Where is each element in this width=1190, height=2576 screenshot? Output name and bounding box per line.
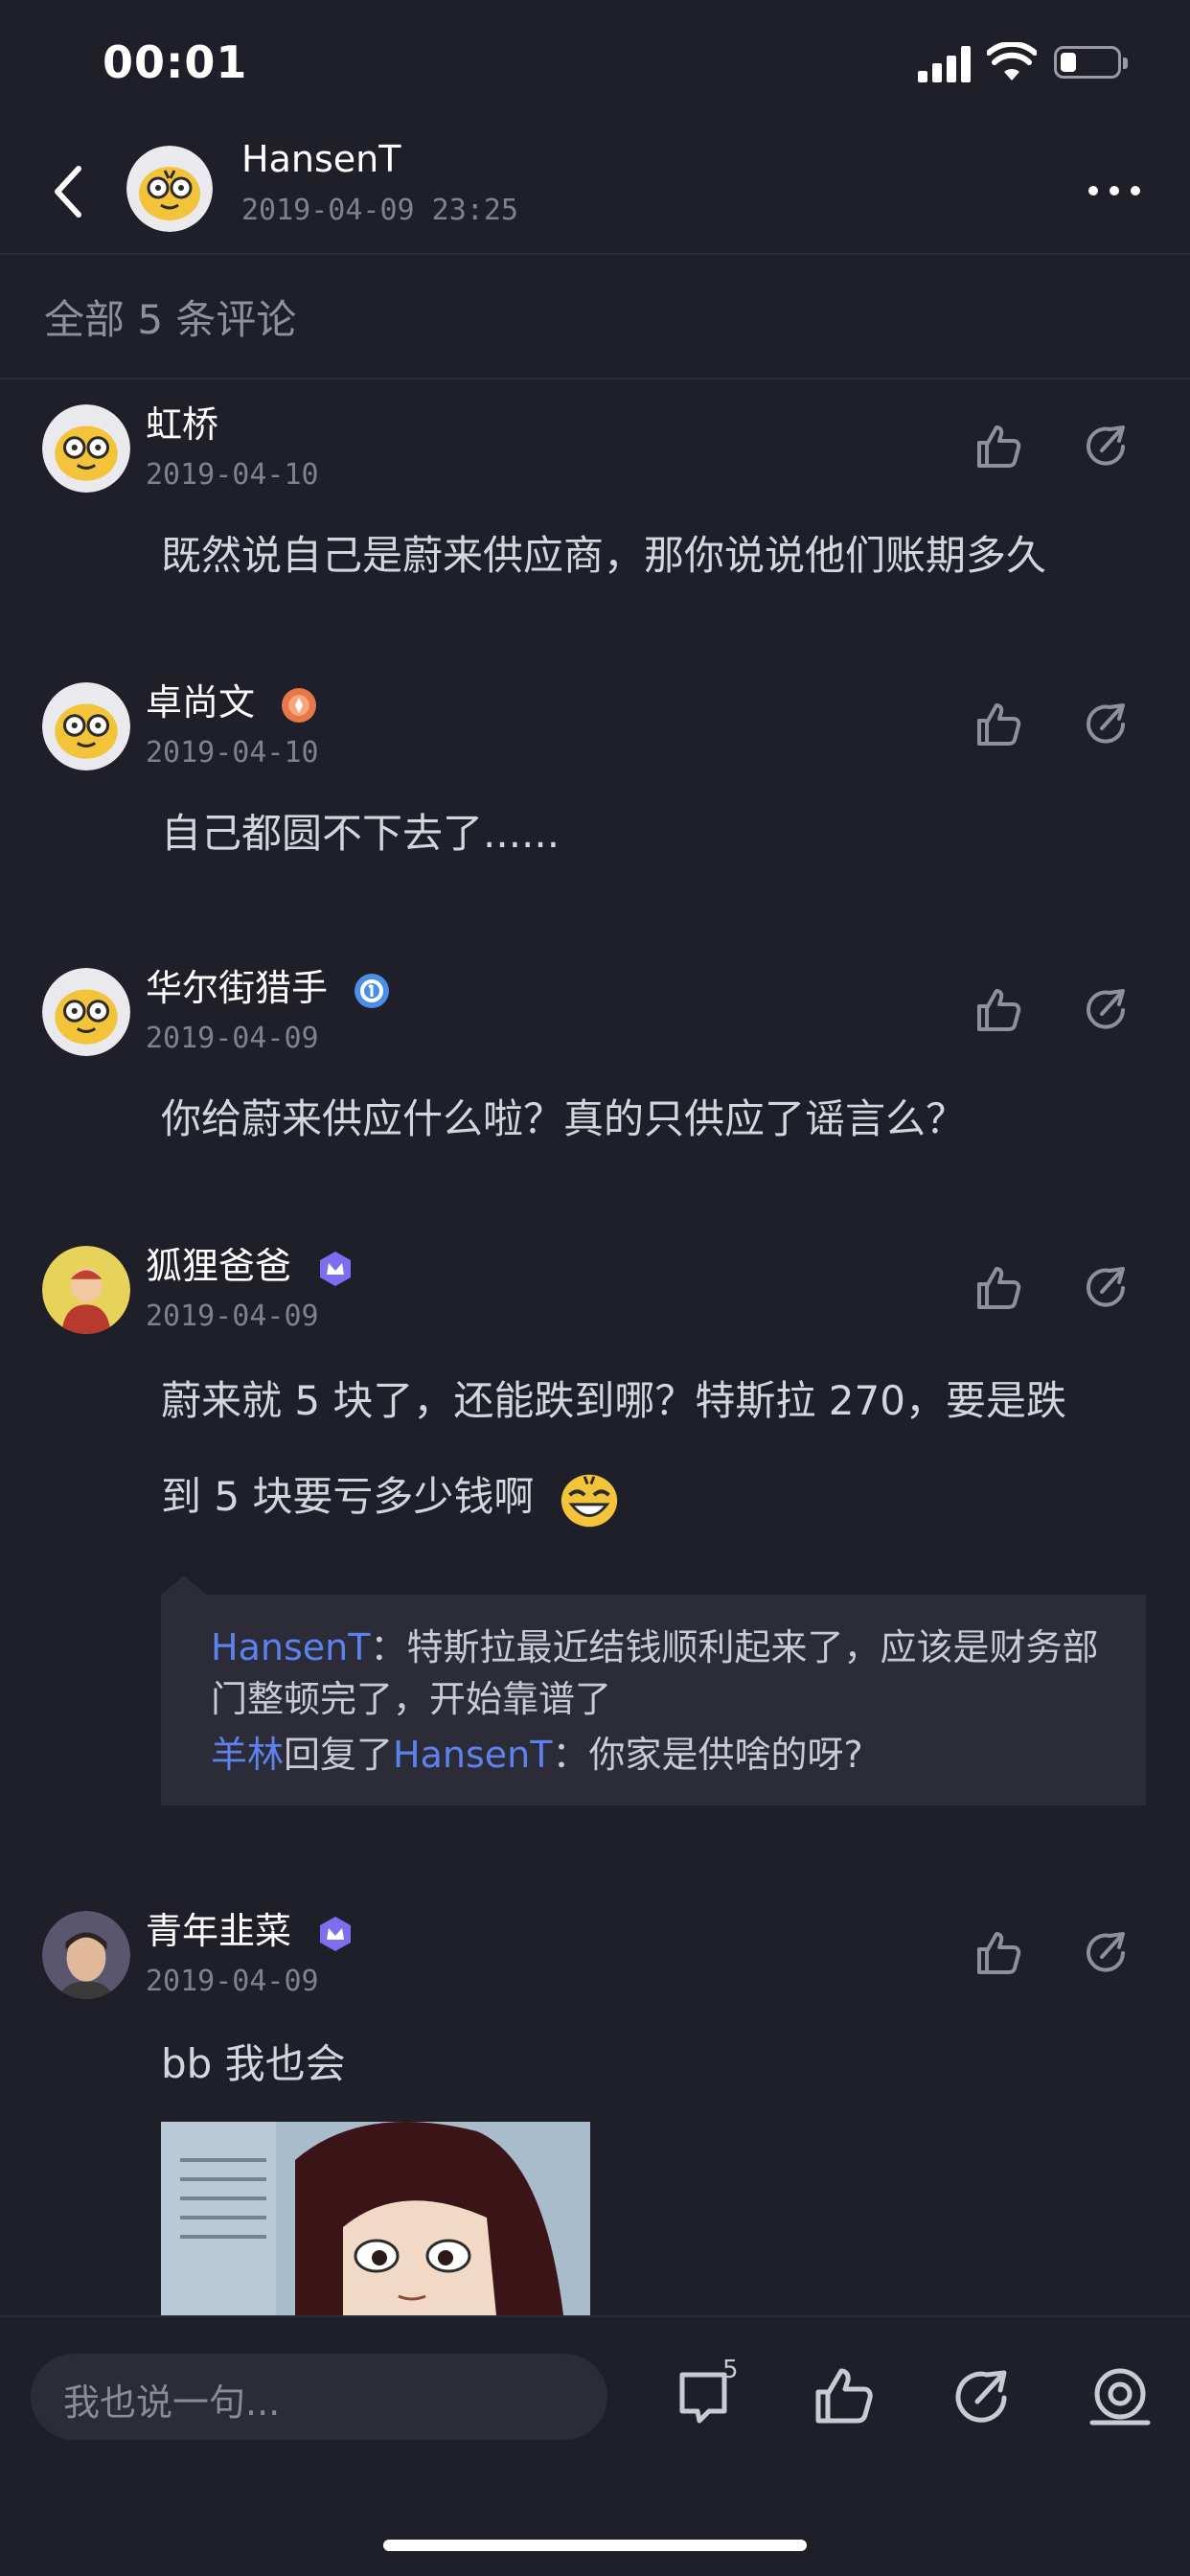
comment-date: 2019-04-09 [146,1300,319,1333]
more-icon[interactable] [1088,182,1146,201]
avatar[interactable] [42,682,130,770]
status-time: 00:01 [103,36,248,88]
avatar[interactable] [42,1911,130,1999]
like-icon[interactable] [812,2365,876,2428]
comment-author-row: 卓尚文 [146,673,318,725]
battery-icon [1054,46,1128,79]
comment-date: 2019-04-10 [146,458,319,492]
share-icon[interactable] [1081,700,1131,749]
comment-input[interactable]: 我也说一句... [31,2354,607,2440]
purple-badge-icon [320,1251,352,1286]
like-icon[interactable] [973,1928,1023,1978]
comment-text: 自己都圆不下去了...... [161,810,561,857]
post-datetime: 2019-04-09 23:25 [241,194,518,227]
comment-date: 2019-04-09 [146,1965,319,1998]
like-icon[interactable] [973,700,1023,749]
like-icon[interactable] [973,1263,1023,1313]
like-icon[interactable] [973,985,1023,1035]
reply-line: HansenT：特斯拉最近结钱顺利起来了，应该是财务部门整顿完了，开始靠谱了 [211,1622,1131,1725]
bottom-bar: 我也说一句... 5 [0,2315,1190,2576]
reply-verb: 回复了 [284,1734,394,1776]
tiger-avatar-icon [126,146,213,232]
comment-author-row: 狐狸爸爸 [146,1236,355,1289]
comment-author[interactable]: 狐狸爸爸 [146,1245,291,1287]
signal-icon [918,46,972,82]
comment-author[interactable]: 虹桥 [146,395,218,448]
tiger-avatar-icon [42,968,130,1056]
share-icon[interactable] [1081,422,1131,472]
status-bar: 00:01 [0,0,1190,134]
comment-text: 蔚来就 5 块了，还能跌到哪？特斯拉 270，要是跌 [161,1377,1066,1424]
comment-text: 到 5 块要亏多少钱啊 [161,1473,535,1520]
avatar[interactable] [42,968,130,1056]
comment-input-placeholder: 我也说一句... [63,2381,281,2424]
blue-badge-icon [355,973,390,1008]
comment-author[interactable]: 华尔街猎手 [146,967,328,1009]
like-icon[interactable] [973,422,1023,472]
reply-box[interactable]: HansenT：特斯拉最近结钱顺利起来了，应该是财务部门整顿完了，开始靠谱了 羊… [161,1595,1146,1806]
share-icon[interactable] [1081,1263,1131,1313]
comment-date: 2019-04-09 [146,1022,319,1055]
share-icon[interactable] [1081,985,1131,1035]
orange-badge-icon [282,687,317,723]
reply-user-link[interactable]: 羊林 [211,1734,284,1776]
avatar[interactable] [42,1246,130,1334]
share-icon[interactable] [1081,1928,1131,1978]
child-photo-avatar-icon [42,1246,130,1334]
nav-bar: HansenT 2019-04-09 23:25 [0,134,1190,255]
reply-separator: ： [370,1626,407,1668]
reply-line: 羊林回复了HansenT：你家是供啥的呀? [211,1729,1131,1781]
author-name[interactable]: HansenT [241,138,400,180]
reply-text: 你家是供啥的呀? [588,1734,863,1776]
comment-count: 5 [722,2356,739,2384]
purple-badge-icon [320,1916,352,1951]
comment-text: 你给蔚来供应什么啦？真的只供应了谣言么？ [161,1095,967,1142]
comment-image[interactable] [161,2122,590,2315]
share-icon[interactable] [950,2365,1014,2428]
tiger-grin-emoji-icon [561,1474,617,1527]
divider [0,378,1190,380]
comment-date: 2019-04-10 [146,736,319,770]
comment-author-row: 华尔街猎手 [146,958,391,1011]
author-avatar[interactable] [126,146,213,232]
tiger-avatar-icon [42,682,130,770]
comment-text: 既然说自己是蔚来供应商，那你说说他们账期多久 [161,532,1047,579]
reply-user-link[interactable]: HansenT [211,1626,370,1668]
comments-count-title: 全部 5 条评论 [44,296,297,343]
anime-girl-image-icon [161,2122,590,2315]
comment-text: bb 我也会 [161,2040,346,2087]
reply-target-link[interactable]: HansenT [393,1734,552,1776]
home-indicator[interactable] [383,2540,807,2551]
comment-author-row: 青年韭菜 [146,1901,355,1954]
wifi-icon [987,42,1037,80]
favorite-icon[interactable] [1088,2365,1152,2428]
comment-author[interactable]: 青年韭菜 [146,1910,291,1952]
avatar[interactable] [42,404,130,493]
tiger-avatar-icon [42,404,130,493]
back-icon[interactable] [46,163,94,220]
reply-separator: ： [552,1734,589,1776]
comment-author[interactable]: 卓尚文 [146,681,255,724]
comment-text-line2: 到 5 块要亏多少钱啊 [161,1449,1138,1545]
boy-photo-avatar-icon [42,1911,130,1999]
reply-box-notch [161,1576,207,1595]
